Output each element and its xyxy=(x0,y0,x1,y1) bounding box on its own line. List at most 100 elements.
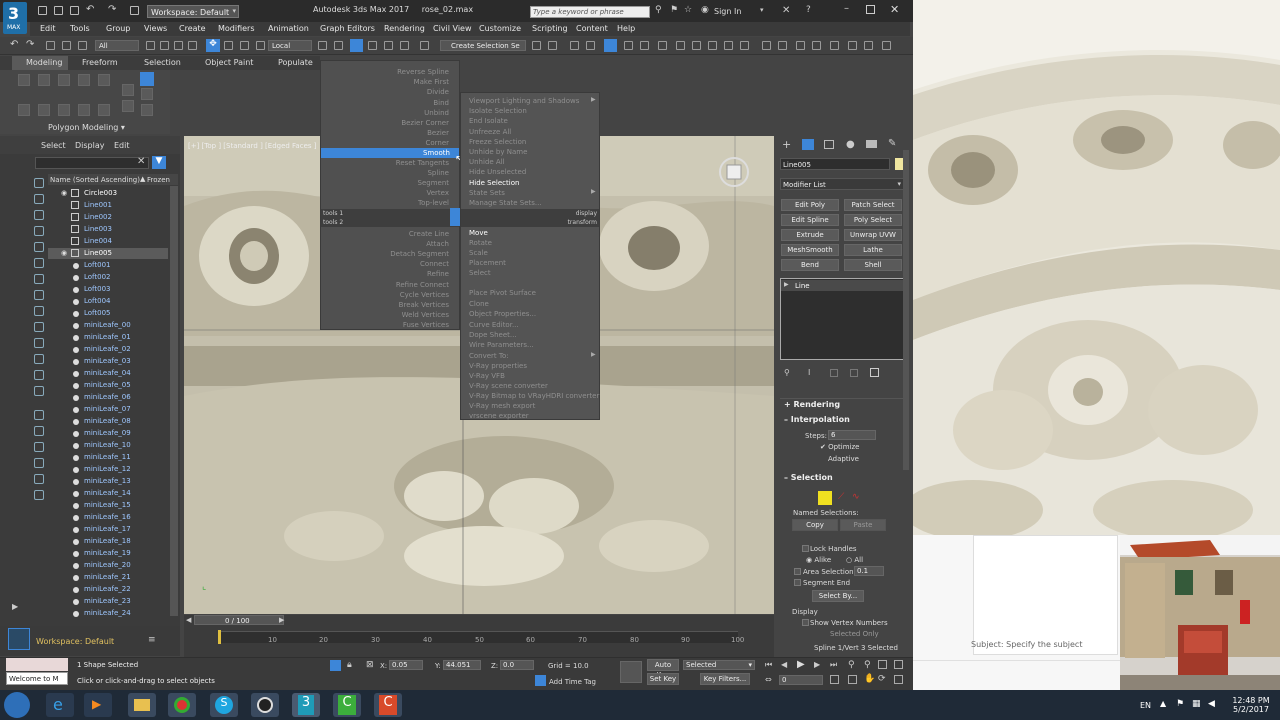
quad-convert-to[interactable]: Convert To: xyxy=(469,352,509,360)
tray-network-icon[interactable]: ▦ xyxy=(1192,699,1201,709)
selection-rollout[interactable]: – Selection xyxy=(784,473,833,482)
meshsmooth-button[interactable]: MeshSmooth xyxy=(781,244,839,256)
menu-group[interactable]: Group xyxy=(106,24,130,33)
menu-help[interactable]: Help xyxy=(617,24,635,33)
spinner-snap-icon[interactable] xyxy=(400,41,409,50)
motion-tab-icon[interactable]: ● xyxy=(846,139,855,150)
next-frame-icon[interactable]: ▶ xyxy=(814,660,820,669)
quad-make-first[interactable]: Make First xyxy=(414,78,449,86)
project-folder-icon[interactable] xyxy=(130,6,139,15)
unlink-icon[interactable] xyxy=(62,41,71,50)
rendered-frame-icon[interactable] xyxy=(692,41,701,50)
3ds-max-taskbar-icon[interactable]: 3 xyxy=(292,693,320,717)
display-sync-icon[interactable] xyxy=(34,474,44,484)
time-slider-next-icon[interactable]: ▶ xyxy=(279,616,284,624)
subject-field[interactable]: Subject: Specify the subject xyxy=(971,640,1082,649)
ribbon-tool-2-icon[interactable] xyxy=(38,74,50,86)
snaps-toggle-icon[interactable] xyxy=(350,39,363,52)
key-filters-button[interactable]: Key Filters... xyxy=(700,673,750,685)
quad-dope-sheet[interactable]: Dope Sheet... xyxy=(469,331,517,339)
extra-tool-6-icon[interactable] xyxy=(848,41,857,50)
save-file-icon[interactable] xyxy=(70,6,79,15)
quad-vrscene-exporter[interactable]: vrscene exporter xyxy=(469,412,529,420)
toggle-scene-explorer-icon[interactable] xyxy=(570,41,579,50)
quad-clone[interactable]: Clone xyxy=(469,300,489,308)
selection-filter-dropdown[interactable]: All xyxy=(95,40,139,51)
quad-detach-segment[interactable]: Detach Segment xyxy=(390,250,449,258)
y-coord-field[interactable]: 44.051 xyxy=(443,660,481,670)
workspace-menu-icon[interactable]: ≡ xyxy=(148,635,156,645)
time-config-icon[interactable] xyxy=(830,675,839,684)
manipulate-icon[interactable] xyxy=(334,41,343,50)
quad-reverse-spline[interactable]: Reverse Spline xyxy=(397,68,449,76)
list-item[interactable]: Line005 xyxy=(84,249,112,261)
fov-icon[interactable] xyxy=(848,675,857,684)
adaptive-checkbox[interactable]: Adaptive xyxy=(828,455,859,463)
absolute-mode-icon[interactable]: ⊠ xyxy=(366,660,374,670)
quad-end-isolate[interactable]: End Isolate xyxy=(469,117,508,125)
shell-button[interactable]: Shell xyxy=(844,259,902,271)
quad-spline[interactable]: Spline xyxy=(427,169,449,177)
mirror-icon[interactable] xyxy=(532,41,541,50)
menu-scripting[interactable]: Scripting xyxy=(532,24,568,33)
material-editor-icon[interactable] xyxy=(658,41,667,50)
quad-scale[interactable]: Scale xyxy=(469,249,488,257)
select-rotate-icon[interactable] xyxy=(224,41,233,50)
quad-vray-scene-converter[interactable]: V-Ray scene converter xyxy=(469,382,548,390)
list-item[interactable]: miniLeafe_01 xyxy=(84,333,131,345)
ribbon-tool-8-icon[interactable] xyxy=(58,104,70,116)
render-setup-icon[interactable] xyxy=(676,41,685,50)
tab-object-paint[interactable]: Object Paint xyxy=(205,58,253,67)
edit-poly-button[interactable]: Edit Poly xyxy=(781,199,839,211)
list-item[interactable]: miniLeafe_23 xyxy=(84,597,131,609)
list-item[interactable]: Line002 xyxy=(84,213,112,225)
set-key-button[interactable]: Set Key xyxy=(647,673,679,685)
select-by-button[interactable]: Select By... xyxy=(812,590,864,602)
scene-scrollbar[interactable] xyxy=(170,186,178,616)
time-slider-prev-icon[interactable]: ◀ xyxy=(186,616,191,624)
display-cameras-icon[interactable] xyxy=(34,226,44,236)
list-item[interactable]: miniLeafe_09 xyxy=(84,429,131,441)
list-item[interactable]: miniLeafe_21 xyxy=(84,573,131,585)
area-selection-checkbox[interactable] xyxy=(794,568,801,575)
list-item[interactable]: miniLeafe_14 xyxy=(84,489,131,501)
redo-toolbar-icon[interactable]: ↷ xyxy=(26,39,34,50)
polygon-modeling-dropdown[interactable]: Polygon Modeling ▾ xyxy=(48,123,125,132)
lathe-button[interactable]: Lathe xyxy=(844,244,902,256)
optimize-checkbox[interactable]: ✔ Optimize xyxy=(820,443,859,451)
quad-rotate[interactable]: Rotate xyxy=(469,239,492,247)
bend-button[interactable]: Bend xyxy=(781,259,839,271)
quad-vertex[interactable]: Vertex xyxy=(426,189,449,197)
copy-button[interactable]: Copy xyxy=(792,519,838,531)
display-frozen-icon[interactable] xyxy=(34,338,44,348)
app-logo[interactable]: 3 MAX xyxy=(3,2,27,34)
display-lock-icon[interactable] xyxy=(34,490,44,500)
media-player-icon[interactable]: ▶ xyxy=(84,693,112,717)
exchange-icon[interactable]: ✕ xyxy=(782,5,790,16)
obs-icon[interactable] xyxy=(251,693,279,717)
modify-tab-icon[interactable] xyxy=(802,139,814,150)
column-frozen[interactable]: Frozen xyxy=(147,176,170,184)
display-children-icon[interactable] xyxy=(34,426,44,436)
extra-tool-8-icon[interactable] xyxy=(882,41,891,50)
spline-mode-icon[interactable]: ∿ xyxy=(852,492,860,502)
quad-vray-bitmap-converter[interactable]: V-Ray Bitmap to VRayHDRI converter xyxy=(469,392,599,400)
menu-content[interactable]: Content xyxy=(576,24,608,33)
show-vertex-numbers-checkbox[interactable] xyxy=(802,619,809,626)
tab-select[interactable]: Select xyxy=(41,141,66,150)
named-selection-dropdown[interactable]: Create Selection Se xyxy=(440,40,526,51)
quad-smooth-highlight[interactable]: Smooth xyxy=(321,148,459,158)
list-item[interactable]: miniLeafe_10 xyxy=(84,441,131,453)
list-item[interactable]: miniLeafe_04 xyxy=(84,369,131,381)
list-item[interactable]: miniLeafe_15 xyxy=(84,501,131,513)
schematic-view-icon[interactable] xyxy=(640,41,649,50)
tab-edit[interactable]: Edit xyxy=(114,141,130,150)
list-item[interactable]: Loft004 xyxy=(84,297,111,309)
patch-select-button[interactable]: Patch Select xyxy=(844,199,902,211)
display-all-icon[interactable] xyxy=(34,370,44,380)
quad-hide-selection[interactable]: Hide Selection xyxy=(469,179,519,187)
list-item[interactable]: miniLeafe_18 xyxy=(84,537,131,549)
bind-space-warp-icon[interactable] xyxy=(78,41,87,50)
list-item[interactable]: miniLeafe_16 xyxy=(84,513,131,525)
add-time-tag-label[interactable]: Add Time Tag xyxy=(549,678,596,686)
